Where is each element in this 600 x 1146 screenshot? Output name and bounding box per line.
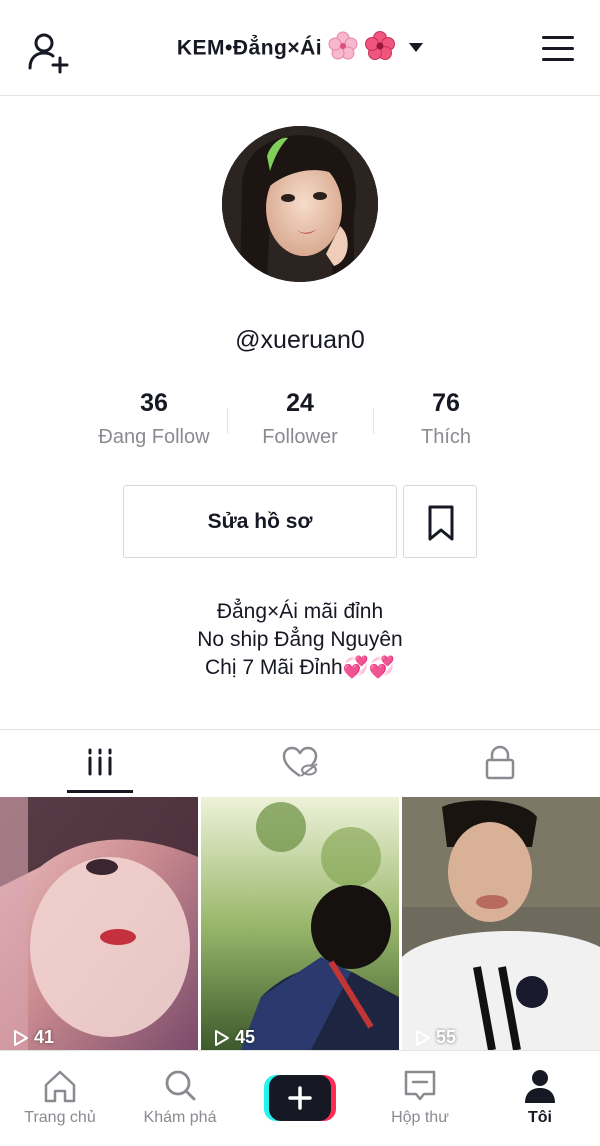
stat-label: Đang Follow — [98, 426, 210, 448]
hamburger-menu-icon — [542, 36, 576, 61]
stat-value: 24 — [286, 389, 314, 417]
play-icon — [416, 1029, 430, 1046]
nav-discover[interactable]: Khám phá — [120, 1051, 240, 1146]
nav-profile[interactable]: Tôi — [480, 1051, 600, 1146]
divider — [227, 408, 228, 434]
avatar-image — [222, 126, 378, 282]
tab-private[interactable] — [400, 730, 600, 796]
inbox-icon — [404, 1070, 436, 1101]
video-thumbnail[interactable]: 45 — [201, 797, 399, 1050]
stat-likes[interactable]: 76 Thích — [376, 388, 516, 449]
play-icon — [215, 1029, 229, 1046]
active-tab-indicator — [67, 790, 133, 793]
bio-line: Chị 7 Mãi Đỉnh💞💞 — [204, 656, 395, 679]
play-icon — [14, 1029, 28, 1046]
bottom-navigation: Trang chủ Khám phá Hộp thư Tôi — [0, 1050, 600, 1146]
view-count-value: 45 — [235, 1027, 256, 1047]
stat-label: Thích — [420, 426, 472, 448]
stat-value: 36 — [140, 389, 168, 417]
tab-videos[interactable] — [0, 730, 200, 796]
tab-liked[interactable] — [200, 730, 400, 796]
view-count: 41 — [12, 1027, 54, 1048]
video-thumbnail-image — [0, 797, 198, 1050]
profile-icon — [525, 1070, 555, 1103]
nav-label: Khám phá — [143, 1109, 217, 1126]
view-count-value: 55 — [436, 1027, 457, 1047]
view-count: 55 — [414, 1027, 456, 1048]
bookmark-icon — [428, 505, 454, 541]
cherry-blossom-icon — [328, 31, 358, 60]
hidden-heart-icon — [282, 746, 318, 778]
avatar[interactable] — [222, 126, 378, 282]
hibiscus-icon — [364, 31, 395, 60]
username: @xueruan0 — [235, 326, 365, 354]
content-tabs — [0, 729, 600, 795]
bio-line: Đẳng×Ái mãi đỉnh — [216, 600, 384, 623]
video-thumbnail[interactable]: 55 — [402, 797, 600, 1050]
video-thumbnail-image — [402, 797, 600, 1050]
home-icon — [44, 1070, 76, 1103]
account-name: KEM•Đẳng×Ái — [176, 36, 323, 60]
plus-icon — [264, 1075, 336, 1121]
stat-value: 76 — [432, 389, 460, 417]
lock-icon — [485, 745, 515, 780]
grid-bars-icon — [88, 748, 112, 776]
account-switcher[interactable]: KEM•Đẳng×Ái — [0, 31, 600, 64]
stat-following[interactable]: 36 Đang Follow — [84, 388, 224, 449]
top-bar: KEM•Đẳng×Ái — [0, 0, 600, 96]
stat-label: Follower — [262, 426, 338, 448]
nav-label: Tôi — [528, 1109, 552, 1126]
chevron-down-icon — [409, 42, 424, 52]
video-thumbnail-image — [201, 797, 399, 1050]
bio-line: No ship Đẳng Nguyên — [197, 628, 403, 651]
edit-profile-button[interactable]: Sửa hồ sơ — [123, 485, 397, 558]
menu-button[interactable] — [542, 36, 576, 66]
nav-home[interactable]: Trang chủ — [0, 1051, 120, 1146]
stat-followers[interactable]: 24 Follower — [230, 388, 370, 449]
create-video-button[interactable] — [264, 1075, 336, 1121]
nav-label: Trang chủ — [24, 1109, 96, 1126]
nav-label: Hộp thư — [391, 1109, 449, 1126]
favorites-button[interactable] — [403, 485, 477, 558]
nav-inbox[interactable]: Hộp thư — [360, 1051, 480, 1146]
divider — [373, 408, 374, 434]
video-thumbnail[interactable]: 41 — [0, 797, 198, 1050]
search-icon — [165, 1070, 196, 1101]
view-count: 45 — [213, 1027, 255, 1048]
profile-bio: Đẳng×Ái mãi đỉnh No ship Đẳng Nguyên Chị… — [0, 598, 600, 682]
view-count-value: 41 — [34, 1027, 55, 1047]
